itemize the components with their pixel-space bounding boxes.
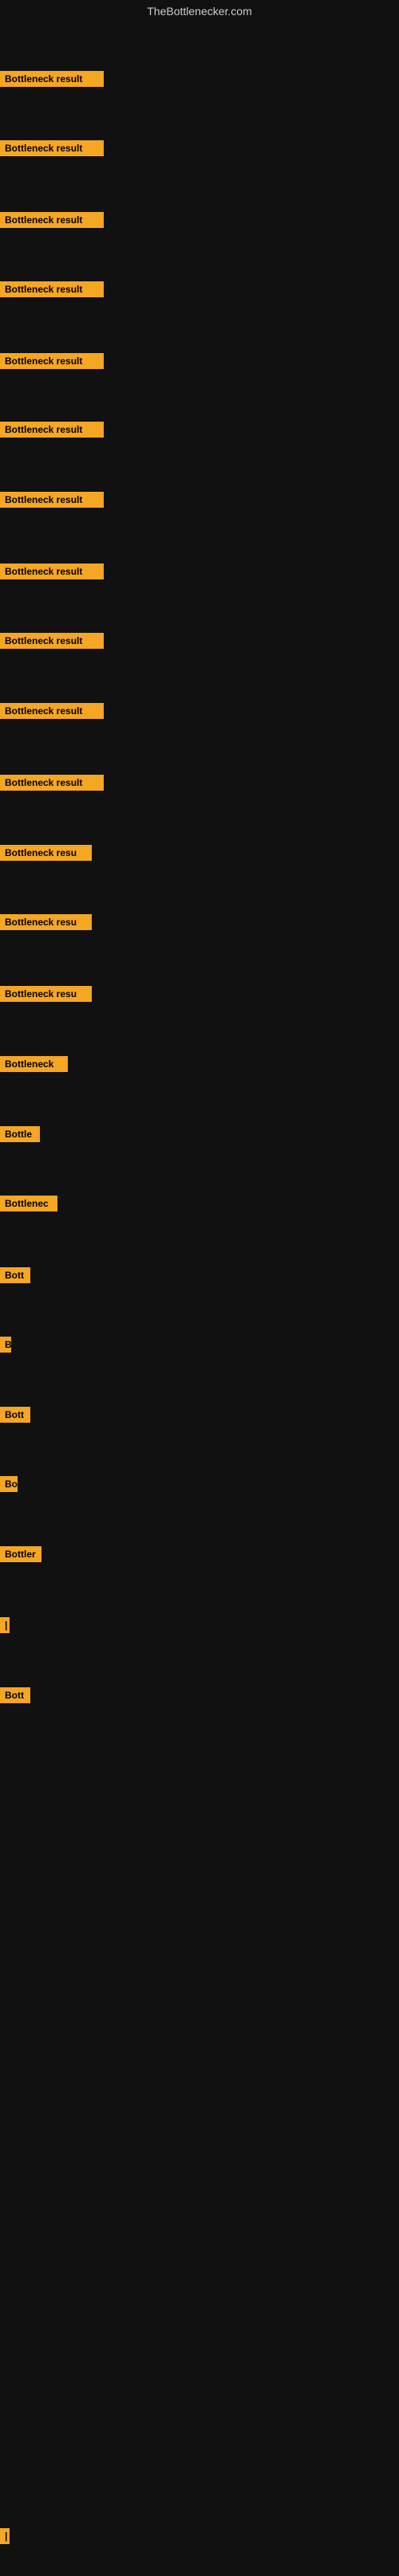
- bottleneck-badge-18: Bott: [0, 1267, 30, 1283]
- bottleneck-badge-10: Bottleneck result: [0, 703, 104, 719]
- bottleneck-badge-22: Bottler: [0, 1546, 41, 1562]
- bottleneck-badge-2: Bottleneck result: [0, 140, 104, 156]
- bottleneck-badge-6: Bottleneck result: [0, 422, 104, 438]
- bottleneck-badge-11: Bottleneck result: [0, 775, 104, 791]
- bottleneck-badge-19: B: [0, 1337, 11, 1353]
- bottleneck-badge-20: Bott: [0, 1407, 30, 1423]
- bottleneck-badge-14: Bottleneck resu: [0, 986, 92, 1002]
- bottleneck-badge-24: Bott: [0, 1687, 30, 1703]
- bottleneck-badge-9: Bottleneck result: [0, 633, 104, 649]
- bottleneck-badge-25: |: [0, 2528, 10, 2544]
- bottleneck-badge-21: Bo: [0, 1476, 18, 1492]
- bottleneck-badge-12: Bottleneck resu: [0, 845, 92, 861]
- bottleneck-badge-13: Bottleneck resu: [0, 914, 92, 930]
- bottleneck-badge-7: Bottleneck result: [0, 492, 104, 508]
- bottleneck-badge-15: Bottleneck: [0, 1056, 68, 1072]
- bottleneck-badge-5: Bottleneck result: [0, 353, 104, 369]
- bottleneck-badge-8: Bottleneck result: [0, 564, 104, 579]
- site-title: TheBottlenecker.com: [0, 0, 399, 26]
- bottleneck-badge-4: Bottleneck result: [0, 281, 104, 297]
- bottleneck-badge-3: Bottleneck result: [0, 212, 104, 228]
- bottleneck-badge-16: Bottle: [0, 1126, 40, 1142]
- bottleneck-badge-17: Bottlenec: [0, 1196, 57, 1211]
- bottleneck-badge-23: |: [0, 1617, 10, 1633]
- bottleneck-badge-1: Bottleneck result: [0, 71, 104, 87]
